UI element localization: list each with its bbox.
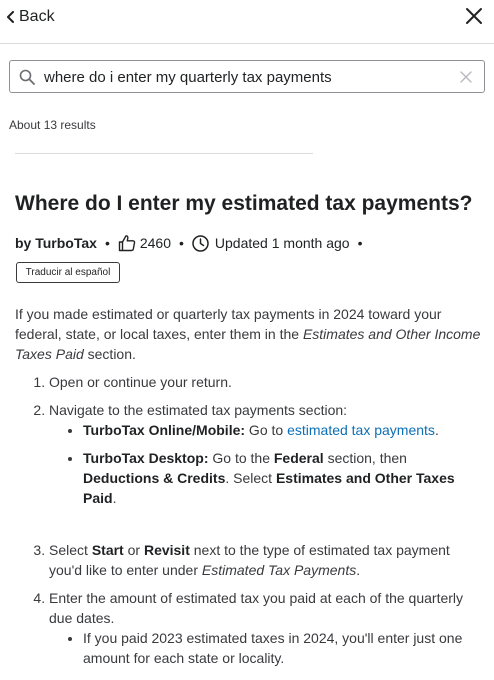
separator-dot: • [357,235,363,251]
updated-text: Updated 1 month ago [214,235,350,251]
help-panel: Back About 13 results Where do I enter m… [0,0,494,680]
chevron-left-icon [7,11,14,23]
step-1: Open or continue your return. [49,372,485,392]
article-author: by TurboTax [15,235,97,251]
sub-item-desktop: TurboTax Desktop: Go to the Federal sect… [83,448,485,508]
search-icon [19,69,35,85]
estimated-tax-payments-link[interactable]: estimated tax payments [287,422,435,438]
step-2: Navigate to the estimated tax payments s… [49,400,485,532]
intro-paragraph: If you made estimated or quarterly tax p… [15,306,481,362]
article-meta: by TurboTax • 2460 • Updated 1 month ago… [15,233,370,253]
back-label: Back [19,8,55,25]
step-4: Enter the amount of estimated tax you pa… [49,588,485,668]
results-count: About 13 results [9,118,96,132]
sub-list: TurboTax Online/Mobile: Go to estimated … [49,420,485,508]
divider [15,153,313,154]
step-3: Select Start or Revisit next to the type… [49,540,485,580]
sub-item-prior-year: If you paid 2023 estimated taxes in 2024… [83,628,485,668]
sub-item-online: TurboTax Online/Mobile: Go to estimated … [83,420,485,440]
search-input[interactable] [44,65,454,89]
sub-list: If you paid 2023 estimated taxes in 2024… [49,628,485,668]
search-box [9,60,485,93]
like-count: 2460 [139,235,171,251]
thumbs-up-icon[interactable] [118,234,136,252]
article-body: If you made estimated or quarterly tax p… [15,304,485,676]
clear-icon[interactable] [460,71,472,83]
steps-list: Open or continue your return. Navigate t… [15,372,485,668]
clock-icon [192,234,209,252]
translate-button[interactable]: Traducir al español [16,262,120,283]
article-title: Where do I enter my estimated tax paymen… [15,192,473,215]
separator-dot: • [179,235,184,251]
top-bar: Back [0,0,494,44]
close-icon[interactable] [464,6,484,26]
separator-dot: • [104,235,110,251]
back-button[interactable]: Back [6,6,55,28]
